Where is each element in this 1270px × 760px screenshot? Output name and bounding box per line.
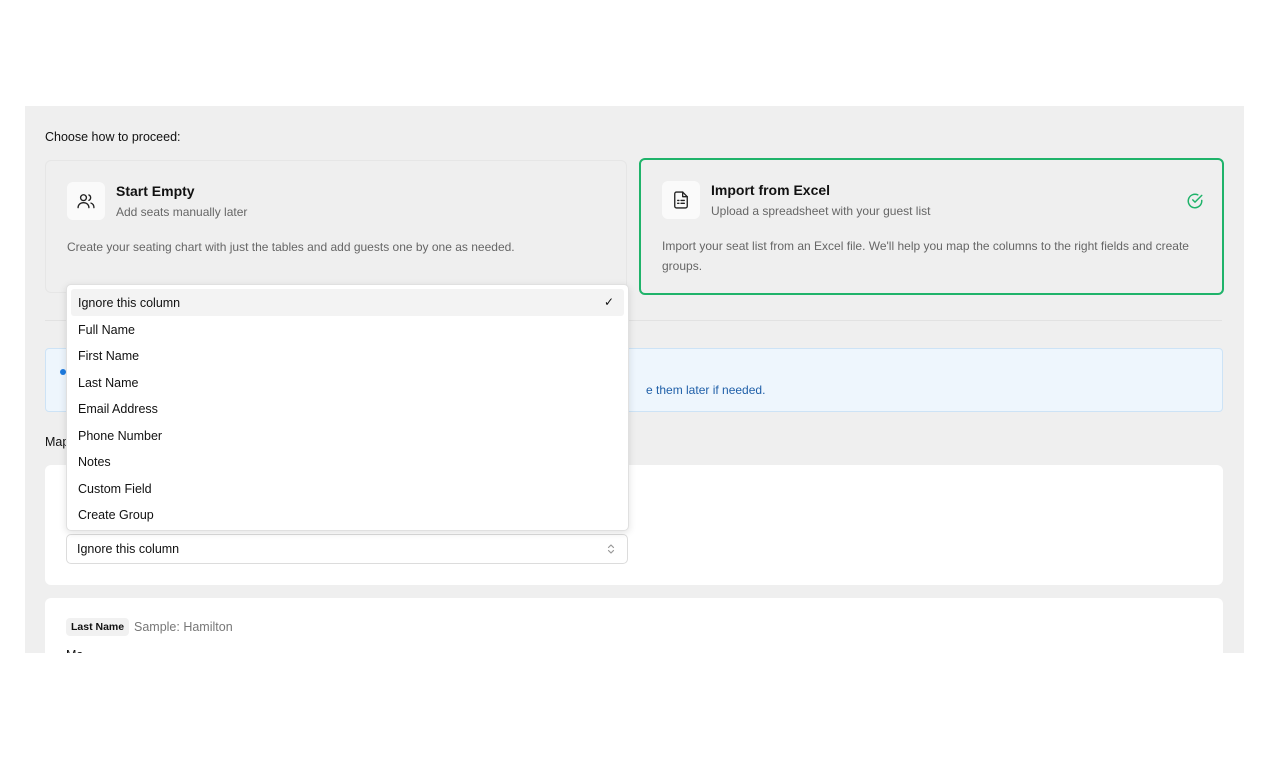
- column-badge: Last Name: [66, 618, 130, 636]
- dropdown-option[interactable]: Custom Field: [71, 475, 624, 502]
- start-empty-description: Create your seating chart with just the …: [67, 240, 515, 254]
- dropdown-option[interactable]: First Name: [71, 342, 624, 369]
- column-sample: Sample: Hamilton: [134, 620, 233, 634]
- users-icon: [67, 182, 105, 220]
- start-empty-subtitle: Add seats manually later: [116, 205, 248, 219]
- dropdown-option-label: Phone Number: [78, 428, 163, 443]
- check-circle-icon: [1186, 192, 1204, 215]
- dropdown-option[interactable]: Ignore this column ✓: [71, 289, 624, 316]
- dropdown-option-label: Ignore this column: [78, 296, 181, 310]
- dropdown-option-label: Custom Field: [78, 481, 152, 496]
- import-excel-subtitle: Upload a spreadsheet with your guest lis…: [711, 204, 931, 218]
- import-excel-description: Import your seat list from an Excel file…: [662, 239, 1189, 273]
- dropdown-option-label: Create Group: [78, 508, 154, 522]
- dropdown-option-label: Last Name: [78, 375, 139, 390]
- import-excel-card[interactable]: Import from Excel Upload a spreadsheet w…: [639, 158, 1224, 295]
- chevron-up-down-icon: [607, 543, 615, 556]
- map-to-label: Ma: [66, 648, 83, 653]
- field-dropdown-menu: Ignore this column ✓ Full Name First Nam…: [66, 284, 629, 531]
- dropdown-option[interactable]: Email Address: [71, 395, 624, 422]
- dropdown-option[interactable]: Phone Number: [71, 422, 624, 449]
- dropdown-option[interactable]: Full Name: [71, 316, 624, 343]
- column-mapping-card: Last Name Sample: Hamilton Ma: [45, 598, 1223, 653]
- start-empty-title: Start Empty: [116, 183, 195, 199]
- dropdown-option-label: First Name: [78, 349, 140, 363]
- dropdown-option[interactable]: Last Name: [71, 369, 624, 396]
- field-select[interactable]: Ignore this column: [66, 534, 628, 564]
- dropdown-option-label: Full Name: [78, 322, 135, 337]
- start-empty-card[interactable]: Start Empty Add seats manually later Cre…: [45, 160, 627, 293]
- checkmark-icon: ✓: [603, 295, 614, 309]
- proceed-label: Choose how to proceed:: [45, 130, 181, 144]
- import-excel-title: Import from Excel: [711, 182, 831, 198]
- dropdown-option[interactable]: Create Group: [71, 501, 624, 528]
- dropdown-option-label: Email Address: [78, 402, 158, 416]
- spreadsheet-file-icon: [662, 181, 700, 219]
- dropdown-option-label: Notes: [78, 455, 111, 469]
- dropdown-option[interactable]: Notes: [71, 448, 624, 475]
- field-select-value: Ignore this column: [77, 542, 180, 556]
